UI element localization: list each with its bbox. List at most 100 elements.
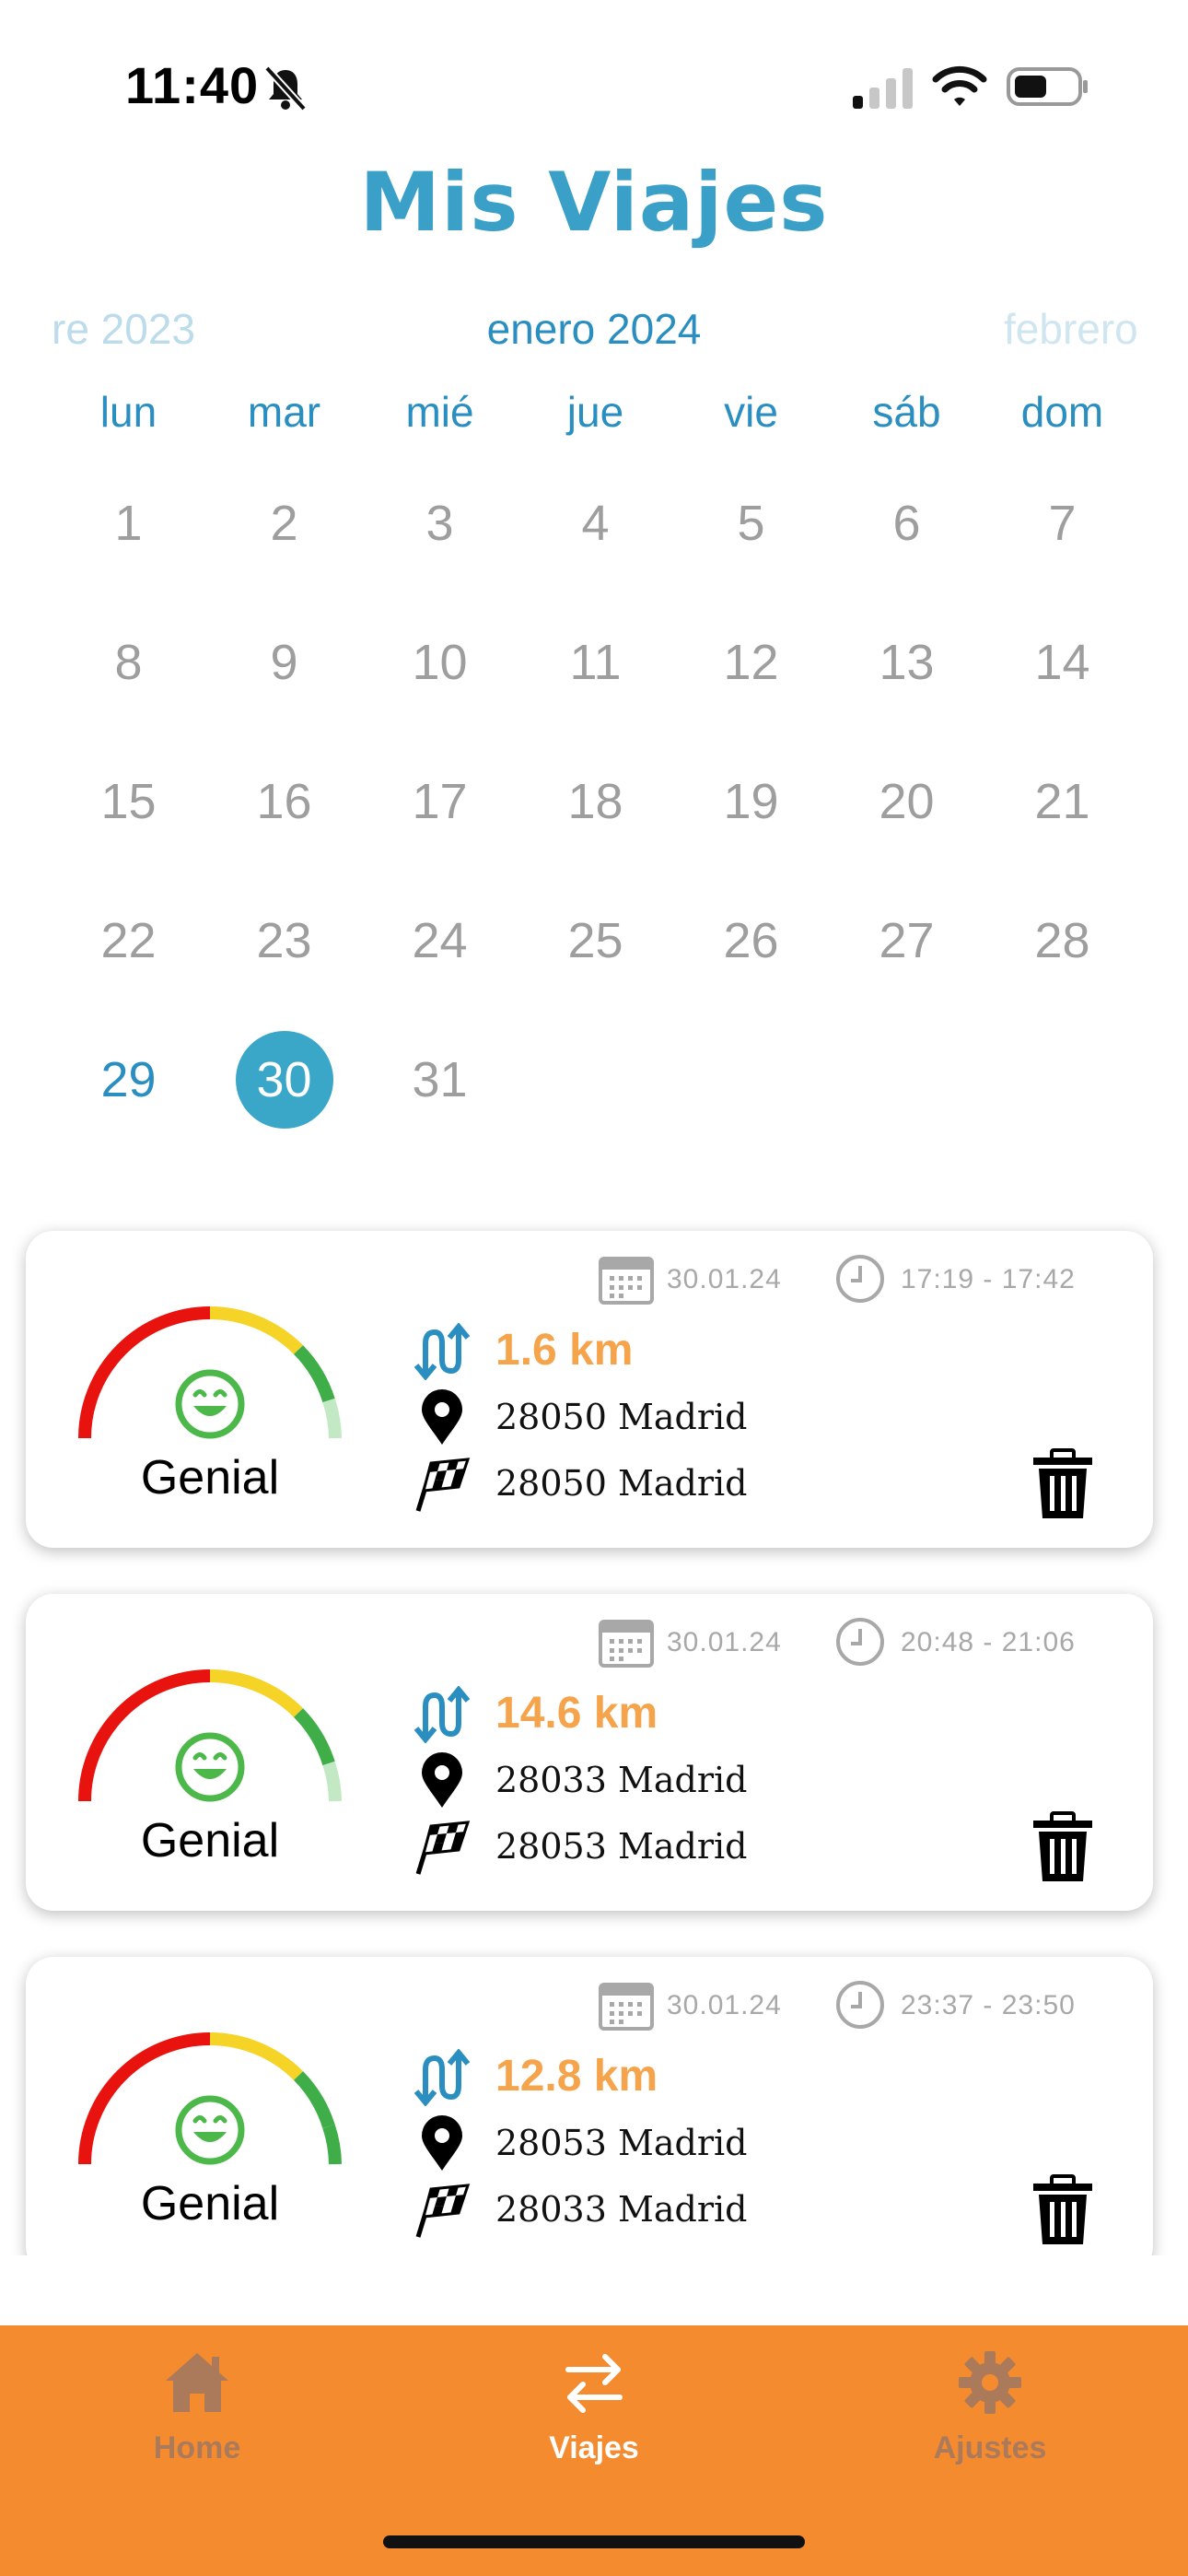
rating-gauge-icon bbox=[78, 1669, 342, 1802]
calendar-day[interactable]: 16 bbox=[206, 751, 362, 852]
location-pin-icon bbox=[422, 2115, 462, 2171]
calendar-day[interactable]: 13 bbox=[829, 612, 984, 713]
calendar-icon bbox=[599, 1983, 654, 2031]
trip-origin: 28053 Madrid bbox=[495, 2123, 748, 2163]
tab-ajustes[interactable]: Ajustes bbox=[852, 2348, 1128, 2466]
calendar-day[interactable]: 8 bbox=[51, 612, 206, 713]
calendar-day[interactable]: 18 bbox=[518, 751, 673, 852]
weekday-label: lun bbox=[99, 388, 157, 436]
weekday-header: lun mar mié jue vie sáb dom bbox=[0, 387, 1188, 451]
calendar-day[interactable]: 3 bbox=[362, 473, 518, 574]
calendar-day[interactable]: 19 bbox=[673, 751, 829, 852]
battery-icon bbox=[1007, 67, 1088, 106]
rating-gauge-icon bbox=[78, 1306, 342, 1439]
route-distance-icon bbox=[413, 1323, 471, 1380]
calendar-icon bbox=[599, 1257, 654, 1305]
trip-time-range: 20:48 - 21:06 bbox=[901, 1627, 1076, 1657]
calendar-day[interactable]: 20 bbox=[829, 751, 984, 852]
trip-card[interactable]: Genial 30.01.24 23:37 - 23:50 12.8 km 28… bbox=[26, 1957, 1153, 2274]
calendar-day[interactable]: 23 bbox=[206, 890, 362, 991]
weekday-label: jue bbox=[566, 388, 624, 436]
tab-label: Ajustes bbox=[933, 2430, 1047, 2465]
calendar-day[interactable]: 27 bbox=[829, 890, 984, 991]
trip-distance: 14.6 km bbox=[495, 1689, 658, 1738]
swap-arrows-icon bbox=[565, 2354, 623, 2413]
calendar-icon bbox=[599, 1620, 654, 1668]
status-time: 11:40 bbox=[125, 56, 260, 114]
calendar-day[interactable]: 4 bbox=[518, 473, 673, 574]
selected-day-number: 30 bbox=[235, 1031, 333, 1129]
trash-icon[interactable] bbox=[1030, 1811, 1096, 1885]
trip-card[interactable]: Genial 30.01.24 17:19 - 17:42 1.6 km 280… bbox=[26, 1231, 1153, 1548]
list-clip-edge bbox=[0, 2255, 1188, 2325]
calendar-day[interactable]: 11 bbox=[518, 612, 673, 713]
finish-flag-icon bbox=[415, 2184, 471, 2238]
trash-icon[interactable] bbox=[1030, 2174, 1096, 2248]
calendar-day[interactable]: 25 bbox=[518, 890, 673, 991]
calendar-day[interactable]: 12 bbox=[673, 612, 829, 713]
rating-label: Genial bbox=[140, 1451, 280, 1505]
tab-home[interactable]: Home bbox=[59, 2348, 335, 2466]
rating-label: Genial bbox=[140, 1814, 280, 1868]
calendar-day[interactable]: 17 bbox=[362, 751, 518, 852]
calendar-day-today[interactable]: 29 bbox=[51, 1029, 206, 1130]
home-indicator[interactable] bbox=[383, 2535, 805, 2548]
clock-icon bbox=[836, 1981, 884, 2029]
finish-flag-icon bbox=[415, 1458, 471, 1512]
tab-label: Home bbox=[153, 2430, 241, 2465]
calendar-day[interactable]: 24 bbox=[362, 890, 518, 991]
trip-time-range: 17:19 - 17:42 bbox=[901, 1264, 1076, 1294]
previous-month[interactable]: re 2023 bbox=[52, 304, 195, 354]
trip-date: 30.01.24 bbox=[667, 1990, 782, 2020]
calendar-day-selected[interactable]: 30 bbox=[206, 1029, 362, 1130]
trip-destination: 28050 Madrid bbox=[495, 1463, 748, 1504]
trip-origin: 28033 Madrid bbox=[495, 1760, 748, 1800]
calendar-day[interactable]: 5 bbox=[673, 473, 829, 574]
trip-destination: 28053 Madrid bbox=[495, 1826, 748, 1867]
trip-distance: 12.8 km bbox=[495, 2052, 658, 2101]
clock-icon bbox=[836, 1255, 884, 1303]
weekday-label: mar bbox=[247, 388, 321, 436]
calendar-day[interactable]: 22 bbox=[51, 890, 206, 991]
calendar-day[interactable]: 6 bbox=[829, 473, 984, 574]
clock-icon bbox=[836, 1618, 884, 1666]
calendar-day[interactable]: 2 bbox=[206, 473, 362, 574]
calendar-day[interactable]: 21 bbox=[984, 751, 1140, 852]
route-distance-icon bbox=[413, 2049, 471, 2106]
weekday-label: dom bbox=[1020, 388, 1104, 436]
rating-gauge-icon bbox=[78, 2032, 342, 2165]
weekday-label: mié bbox=[405, 388, 474, 436]
trip-card[interactable]: Genial 30.01.24 20:48 - 21:06 14.6 km 28… bbox=[26, 1594, 1153, 1911]
trip-date: 30.01.24 bbox=[667, 1627, 782, 1657]
trip-origin: 28050 Madrid bbox=[495, 1397, 748, 1437]
calendar-day[interactable]: 7 bbox=[984, 473, 1140, 574]
next-month[interactable]: febrero bbox=[1004, 304, 1142, 354]
route-distance-icon bbox=[413, 1686, 471, 1743]
rating-label: Genial bbox=[140, 2177, 280, 2231]
home-icon bbox=[166, 2353, 228, 2412]
wifi-icon bbox=[932, 65, 987, 106]
gear-icon bbox=[959, 2351, 1021, 2414]
location-pin-icon bbox=[422, 1752, 462, 1808]
location-pin-icon bbox=[422, 1389, 462, 1445]
tab-label: Viajes bbox=[549, 2430, 639, 2465]
page-title: Mis Viajes bbox=[359, 155, 829, 250]
trash-icon[interactable] bbox=[1030, 1448, 1096, 1522]
calendar-day[interactable]: 9 bbox=[206, 612, 362, 713]
bell-muted-icon bbox=[264, 65, 307, 111]
trip-time-range: 23:37 - 23:50 bbox=[901, 1990, 1076, 2020]
calendar-day[interactable]: 26 bbox=[673, 890, 829, 991]
tab-viajes[interactable]: Viajes bbox=[456, 2348, 732, 2466]
calendar-day[interactable]: 28 bbox=[984, 890, 1140, 991]
weekday-label: sáb bbox=[872, 388, 941, 436]
cellular-signal-icon bbox=[853, 68, 913, 109]
calendar-day[interactable]: 10 bbox=[362, 612, 518, 713]
trip-destination: 28033 Madrid bbox=[495, 2189, 748, 2230]
calendar-day[interactable]: 1 bbox=[51, 473, 206, 574]
calendar-day[interactable]: 15 bbox=[51, 751, 206, 852]
calendar-day[interactable]: 31 bbox=[362, 1029, 518, 1130]
finish-flag-icon bbox=[415, 1821, 471, 1875]
calendar-day[interactable]: 14 bbox=[984, 612, 1140, 713]
month-selector[interactable]: enero 2024 re 2023 febrero bbox=[0, 304, 1188, 369]
weekday-label: vie bbox=[724, 388, 778, 436]
